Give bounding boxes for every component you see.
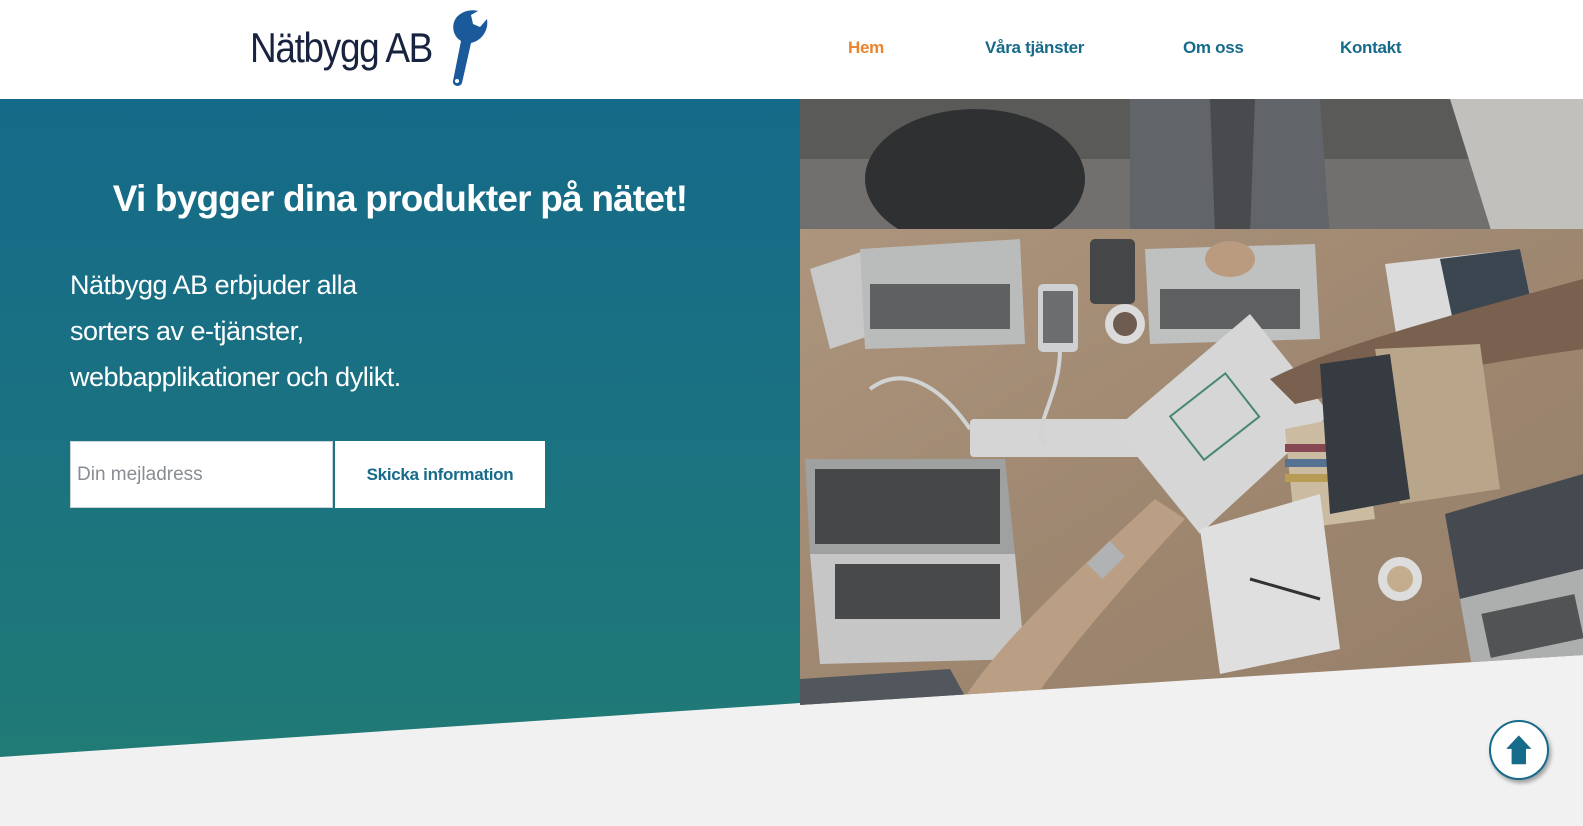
scroll-to-top-button[interactable]	[1489, 720, 1549, 780]
hero-photo	[800, 99, 1583, 705]
submit-info-button[interactable]: Skicka information	[335, 441, 545, 508]
hero-title: Vi bygger dina produkter på nätet!	[112, 178, 688, 219]
nav-item-vara-tjanster[interactable]: Våra tjänster	[985, 38, 1084, 58]
email-input[interactable]	[70, 441, 333, 508]
nav-item-hem[interactable]: Hem	[848, 38, 884, 58]
site-header: Nätbygg AB Hem Våra tjänster Om oss Kont…	[0, 0, 1583, 99]
hero-description-line: sorters av e-tjänster,	[70, 316, 304, 346]
main-nav: Hem Våra tjänster Om oss Kontakt	[0, 38, 1583, 62]
hero-description-line: webbapplikationer och dylikt.	[70, 362, 401, 392]
hero-description: Nätbygg AB erbjuder alla sorters av e-tj…	[70, 262, 470, 400]
nav-item-kontakt[interactable]: Kontakt	[1340, 38, 1401, 58]
hero-description-line: Nätbygg AB erbjuder alla	[70, 270, 357, 300]
nav-item-om-oss[interactable]: Om oss	[1183, 38, 1244, 58]
arrow-up-icon	[1506, 735, 1532, 765]
